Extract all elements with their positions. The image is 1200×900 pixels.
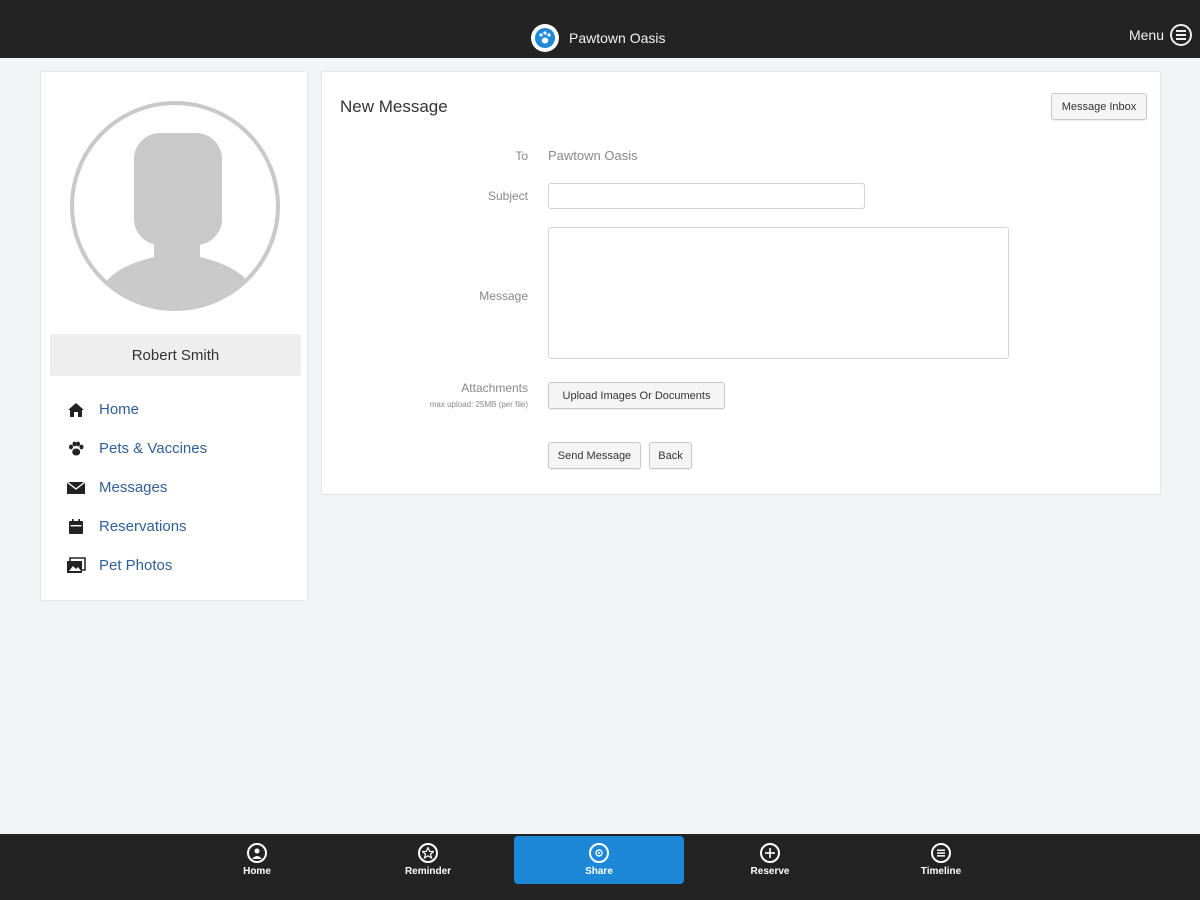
- envelope-icon: [65, 477, 87, 499]
- paw-icon: [65, 438, 87, 460]
- sidebar-nav: Home Pets & Vaccines Messages Reservatio…: [65, 390, 207, 585]
- top-bar: Pawtown Oasis Menu: [0, 0, 1200, 58]
- brand[interactable]: Pawtown Oasis: [531, 24, 665, 52]
- menu-label: Menu: [1128, 27, 1164, 43]
- timeline-circle-icon: [931, 843, 951, 863]
- home-icon: [65, 399, 87, 421]
- calendar-icon: [65, 516, 87, 538]
- tab-label: Share: [585, 866, 613, 877]
- bottom-tab-bar: Home Reminder Share Reserve Timeline: [0, 834, 1200, 900]
- share-circle-icon: [589, 843, 609, 863]
- new-message-panel: New Message Message Inbox To Pawtown Oas…: [321, 71, 1161, 495]
- send-message-button[interactable]: Send Message: [548, 442, 641, 469]
- attachments-label: Attachments: [461, 381, 528, 395]
- tab-label: Reminder: [404, 866, 452, 877]
- brand-name: Pawtown Oasis: [569, 30, 666, 46]
- tab-timeline[interactable]: Timeline: [881, 836, 1001, 884]
- upload-button[interactable]: Upload Images Or Documents: [548, 382, 725, 409]
- tab-share[interactable]: Share: [514, 836, 684, 884]
- to-value: Pawtown Oasis: [548, 148, 638, 163]
- tab-reserve[interactable]: Reserve: [710, 836, 830, 884]
- sidebar-item-label: Reservations: [99, 518, 187, 535]
- paw-logo-icon: [531, 24, 559, 52]
- sidebar-item-pets-vaccines[interactable]: Pets & Vaccines: [65, 429, 207, 468]
- user-silhouette-icon: [70, 101, 280, 311]
- sidebar-item-home[interactable]: Home: [65, 390, 207, 429]
- back-button[interactable]: Back: [649, 442, 692, 469]
- sidebar-item-reservations[interactable]: Reservations: [65, 507, 207, 546]
- sidebar-item-label: Messages: [99, 479, 168, 496]
- subject-label: Subject: [487, 189, 528, 203]
- profile-sidebar: Robert Smith Home Pets & Vaccines Messag…: [40, 71, 308, 601]
- sidebar-item-label: Pet Photos: [99, 557, 173, 574]
- tab-label: Timeline: [920, 866, 962, 877]
- star-circle-icon: [418, 843, 438, 863]
- message-inbox-button[interactable]: Message Inbox: [1051, 93, 1147, 120]
- tab-home[interactable]: Home: [197, 836, 317, 884]
- tab-label: Reserve: [750, 866, 790, 877]
- plus-circle-icon: [760, 843, 780, 863]
- sidebar-item-label: Home: [99, 401, 140, 418]
- attachments-note: max upload: 25MB (per file): [429, 400, 528, 409]
- sidebar-item-messages[interactable]: Messages: [65, 468, 207, 507]
- user-name: Robert Smith: [50, 334, 301, 376]
- sidebar-item-pet-photos[interactable]: Pet Photos: [65, 546, 207, 585]
- page-title: New Message: [340, 97, 448, 116]
- subject-input[interactable]: [548, 183, 865, 209]
- message-label: Message: [479, 289, 528, 303]
- user-circle-icon: [247, 843, 267, 863]
- menu-button[interactable]: Menu: [1129, 24, 1192, 46]
- to-label: To: [515, 149, 528, 163]
- tab-label: Home: [243, 866, 271, 877]
- tab-reminder[interactable]: Reminder: [368, 836, 488, 884]
- hamburger-icon: [1170, 24, 1192, 46]
- photo-icon: [65, 555, 87, 577]
- message-textarea[interactable]: [548, 227, 1009, 359]
- sidebar-item-label: Pets & Vaccines: [99, 440, 208, 457]
